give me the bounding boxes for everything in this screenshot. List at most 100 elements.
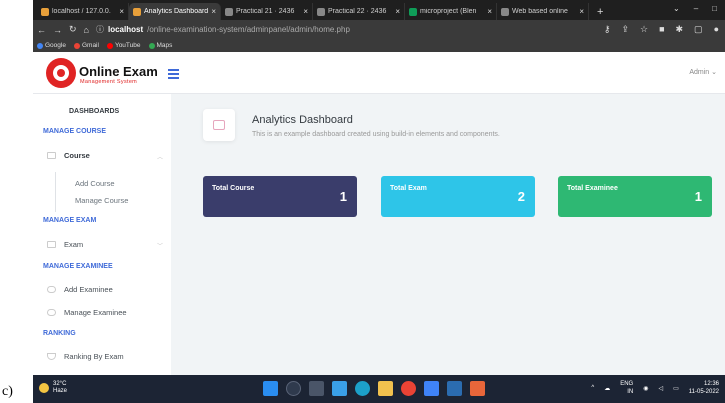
volume-icon[interactable]: ◁	[658, 385, 663, 392]
sidebar-item-ranking-by-exam[interactable]: Ranking By Exam	[47, 352, 124, 361]
sidebar-item-exam[interactable]: Exam	[47, 240, 83, 249]
folder-icon	[47, 241, 56, 248]
close-icon[interactable]: ×	[395, 7, 400, 16]
user-menu[interactable]: Admin ⌄	[689, 68, 717, 76]
bookmark-maps[interactable]: Maps	[148, 42, 172, 49]
file-explorer-icon[interactable]	[378, 381, 393, 396]
sidebar-heading-dashboards[interactable]: DASHBOARDS	[69, 108, 119, 115]
store-icon[interactable]	[424, 381, 439, 396]
sidebar-item-course[interactable]: Course	[47, 151, 90, 160]
sidebar-heading-manage-examinee: MANAGE EXAMINEE	[43, 263, 113, 270]
puzzle-icon[interactable]: ✱	[676, 24, 684, 35]
clock[interactable]: 12:36 11-05-2022	[689, 380, 719, 396]
close-icon[interactable]: ×	[119, 7, 124, 16]
weather-widget[interactable]: 32°C Haze	[39, 381, 67, 395]
sidebar-item-manage-examinee[interactable]: Manage Examinee	[47, 308, 127, 317]
browser-tab[interactable]: localhost / 127.0.0. ×	[37, 3, 129, 20]
battery-icon[interactable]: ▭	[673, 385, 679, 392]
sidebar-item-add-examinee[interactable]: Add Examinee	[47, 285, 113, 294]
close-icon[interactable]: ×	[579, 7, 584, 16]
chevron-up-icon[interactable]: ︿	[157, 152, 163, 161]
taskbar-apps	[263, 381, 485, 396]
tab-favicon-icon	[317, 7, 325, 16]
new-tab-button[interactable]: +	[589, 3, 611, 20]
url-field[interactable]: ⓘ localhost/online-examination-system/ad…	[96, 24, 350, 35]
key-icon[interactable]: ⚷	[604, 24, 611, 35]
browser-tab[interactable]: Web based online ×	[497, 3, 589, 20]
info-icon[interactable]: ⓘ	[96, 24, 104, 35]
sidebar-heading-ranking: RANKING	[43, 330, 76, 337]
sidebar: DASHBOARDS MANAGE COURSE Course ︿ Add Co…	[33, 94, 171, 375]
mail-icon[interactable]	[447, 381, 462, 396]
close-icon[interactable]: ×	[487, 7, 492, 16]
browser-tab[interactable]: Practical 21 · 2436 ×	[221, 3, 313, 20]
reload-icon[interactable]: ↻	[69, 24, 77, 35]
forward-icon[interactable]: →	[53, 25, 62, 35]
sidebar-item-add-course[interactable]: Add Course	[75, 179, 115, 188]
sidebar-heading-manage-exam: MANAGE EXAM	[43, 217, 97, 224]
google-icon	[37, 42, 43, 49]
extension-icon[interactable]: ■	[659, 24, 664, 35]
gmail-icon	[73, 42, 80, 49]
users-icon	[47, 309, 56, 316]
address-bar: ← → ↻ ⌂ ⓘ localhost/online-examination-s…	[33, 20, 725, 39]
task-view-icon[interactable]	[309, 381, 324, 396]
windows-start-icon[interactable]	[263, 381, 278, 396]
car-icon	[213, 120, 225, 130]
figure-caption: c)	[2, 384, 13, 399]
folder-icon	[47, 152, 56, 159]
tab-favicon-icon	[133, 7, 141, 16]
browser-toolbar-icons: ⚷ ⇪ ☆ ■ ✱ ▢ ●	[604, 24, 719, 35]
window-controls: ⌄ – □	[673, 4, 717, 13]
share-icon[interactable]: ⇪	[621, 24, 629, 35]
brand-name: Online Exam	[79, 64, 158, 79]
xampp-icon[interactable]	[470, 381, 485, 396]
chevron-up-icon[interactable]: ^	[591, 385, 594, 391]
sidepanel-icon[interactable]: ▢	[694, 24, 703, 35]
close-icon[interactable]: ×	[303, 7, 308, 16]
bookmark-youtube[interactable]: YouTube	[106, 42, 141, 49]
wifi-icon[interactable]: ◉	[643, 385, 648, 392]
app-header: Online Exam Management System Admin ⌄	[33, 52, 725, 94]
stat-card-label: Total Exam	[390, 185, 427, 192]
network-app-icon[interactable]: ☁	[604, 385, 610, 392]
star-icon[interactable]: ☆	[640, 24, 648, 35]
submenu-line	[55, 172, 56, 212]
stat-card-total-exam: Total Exam 2	[381, 176, 535, 217]
page-title: Analytics Dashboard	[252, 114, 353, 126]
user-add-icon	[47, 286, 56, 293]
minimize-icon[interactable]: –	[694, 4, 698, 13]
home-icon[interactable]: ⌂	[84, 25, 89, 35]
stat-card-value: 1	[694, 189, 702, 204]
search-icon[interactable]	[286, 381, 301, 396]
tab-favicon-icon	[409, 7, 417, 16]
chrome-icon[interactable]	[401, 381, 416, 396]
language-indicator[interactable]: ENG IN	[620, 380, 633, 396]
browser-tab[interactable]: Practical 22 · 2436 ×	[313, 3, 405, 20]
bookmarks-bar: Google Gmail YouTube Maps	[33, 39, 725, 52]
chevron-down-icon[interactable]: ﹀	[157, 241, 163, 250]
tab-favicon-icon	[501, 7, 509, 16]
bookmark-google[interactable]: Google	[37, 42, 66, 49]
widgets-icon[interactable]	[332, 381, 347, 396]
sidebar-item-manage-course[interactable]: Manage Course	[75, 196, 128, 205]
close-icon[interactable]: ×	[211, 7, 216, 16]
hamburger-menu-icon[interactable]	[168, 69, 179, 81]
maximize-icon[interactable]: □	[712, 4, 717, 13]
filter-icon	[47, 353, 56, 360]
browser-tab-active[interactable]: Analytics Dashboard ×	[129, 3, 221, 20]
stat-card-label: Total Examinee	[567, 185, 618, 192]
brand-subtitle: Management System	[80, 79, 138, 85]
weather-icon	[39, 383, 49, 393]
bookmark-gmail[interactable]: Gmail	[73, 42, 99, 49]
screenshot: localhost / 127.0.0. × Analytics Dashboar…	[33, 0, 725, 403]
back-icon[interactable]: ←	[37, 25, 46, 35]
browser-tab-strip: localhost / 127.0.0. × Analytics Dashboar…	[33, 0, 725, 20]
edge-icon[interactable]	[355, 381, 370, 396]
chevron-down-icon[interactable]: ⌄	[673, 4, 680, 13]
browser-tab[interactable]: microproject (Blen ×	[405, 3, 497, 20]
figure: c) localhost / 127.0.0. × Analytics Dashb…	[0, 0, 725, 403]
tab-favicon-icon	[41, 7, 49, 16]
profile-icon[interactable]: ●	[714, 24, 719, 35]
maps-icon	[148, 42, 155, 49]
